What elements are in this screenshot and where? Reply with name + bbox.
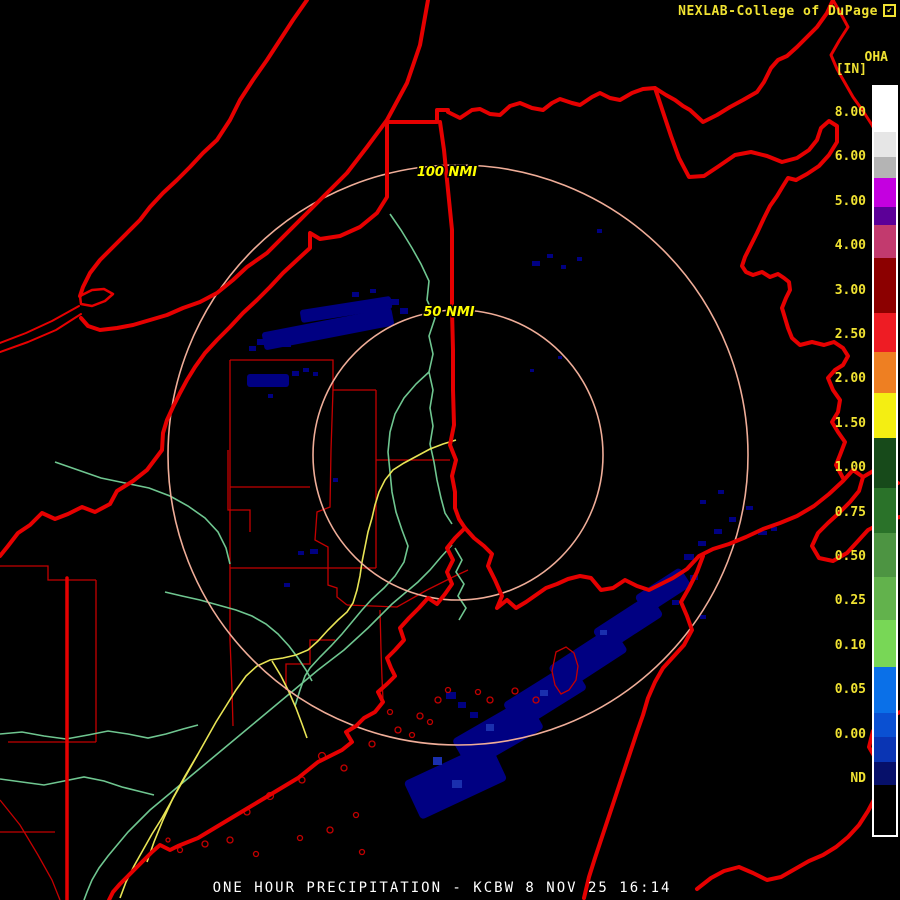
range-rings	[167, 164, 749, 746]
scale-label: 0.10	[834, 638, 866, 653]
scale-segment	[874, 785, 896, 835]
precip-echoes	[247, 229, 777, 819]
scale-segment	[874, 157, 896, 178]
highway-lines	[119, 439, 457, 899]
precip-color-scale	[872, 85, 898, 837]
scale-segment	[874, 667, 896, 713]
scale-segment	[874, 313, 896, 352]
scale-label: 0.75	[834, 505, 866, 520]
product-units-label: [IN]	[835, 62, 867, 77]
scale-segment	[874, 533, 896, 577]
external-link-icon: ↙	[883, 4, 896, 17]
scale-segment	[874, 225, 896, 258]
scale-label: 4.00	[834, 238, 866, 253]
scale-label: ND	[850, 771, 866, 786]
scale-segment	[874, 207, 896, 225]
scale-label: 1.00	[834, 460, 866, 475]
scale-label: 2.00	[834, 371, 866, 386]
scale-label: 2.50	[834, 327, 866, 342]
scale-label: 1.50	[834, 416, 866, 431]
product-caption: ONE HOUR PRECIPITATION - KCBW 8 NOV 25 1…	[212, 880, 672, 896]
header-title: NEXLAB-College of DuPage	[678, 4, 878, 19]
scale-label: 3.00	[834, 283, 866, 298]
scale-segment	[874, 132, 896, 157]
scale-label: 0.00	[834, 727, 866, 742]
scale-segment	[874, 352, 896, 393]
scale-label: 0.05	[834, 682, 866, 697]
scale-segment	[874, 620, 896, 667]
outer-ring-label: 100 NMI	[417, 165, 477, 180]
scale-segment	[874, 87, 896, 132]
range-ring-50nmi	[312, 309, 604, 601]
scale-segment	[874, 393, 896, 438]
scale-label: 5.00	[834, 194, 866, 209]
scale-label: 8.00	[834, 105, 866, 120]
inner-ring-label: 50 NMI	[423, 305, 474, 320]
radar-map-canvas: 100 NMI 50 NMI	[0, 0, 900, 900]
county-borders	[0, 359, 579, 900]
river-lines	[0, 213, 467, 900]
scale-segment	[874, 577, 896, 620]
scale-segment	[874, 488, 896, 533]
radar-image: 100 NMI 50 NMI NEXLAB-College of DuPage …	[0, 0, 900, 900]
scale-segment	[874, 438, 896, 488]
scale-segment	[874, 713, 896, 737]
scale-segment	[874, 178, 896, 207]
scale-label: 6.00	[834, 149, 866, 164]
scale-segment	[874, 737, 896, 762]
scale-label: 0.50	[834, 549, 866, 564]
scale-segment	[874, 762, 896, 785]
scale-label: 0.25	[834, 593, 866, 608]
product-code-label: OHA	[864, 50, 888, 65]
range-ring-100nmi	[167, 164, 749, 746]
scale-segment	[874, 258, 896, 313]
